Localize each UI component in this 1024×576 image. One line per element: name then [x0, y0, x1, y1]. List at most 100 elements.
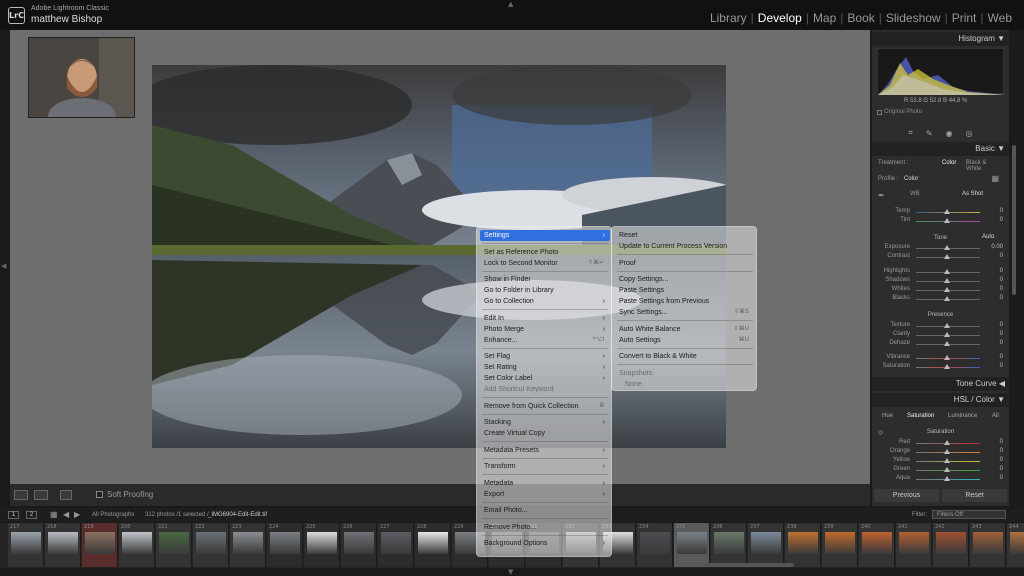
temp-value[interactable]: 0: [1000, 208, 1003, 214]
saturation-slider[interactable]: Saturation 0: [880, 363, 1003, 372]
saturation-value[interactable]: 0: [1000, 363, 1003, 369]
filter-select[interactable]: Filters Off: [932, 510, 1006, 519]
module-print[interactable]: Print: [948, 11, 981, 25]
left-panel-toggle-icon[interactable]: ◀: [1, 262, 6, 270]
soft-proofing-toggle[interactable]: Soft Proofing: [96, 490, 153, 499]
orange-knob[interactable]: [944, 449, 950, 454]
histogram-header[interactable]: Histogram ▼: [872, 32, 1009, 46]
filmstrip-thumbnail[interactable]: 234: [637, 523, 673, 567]
aqua-knob[interactable]: [944, 476, 950, 481]
spot-removal-icon[interactable]: ✎: [926, 129, 933, 138]
scrollbar-thumb[interactable]: [1012, 145, 1016, 295]
auto-button[interactable]: Auto: [982, 234, 994, 240]
filmstrip-thumbnail[interactable]: 225: [304, 523, 340, 567]
texture-knob[interactable]: [944, 323, 950, 328]
module-library[interactable]: Library: [706, 11, 751, 25]
filmstrip-thumbnail[interactable]: 222: [193, 523, 229, 567]
tint-slider[interactable]: Tint 0: [880, 217, 1003, 226]
filmstrip-thumbnail[interactable]: 218: [45, 523, 81, 567]
contrast-slider[interactable]: Contrast 0: [880, 253, 1003, 262]
original-photo-toggle[interactable]: Original Photo: [877, 109, 922, 115]
whites-knob[interactable]: [944, 287, 950, 292]
filmstrip-thumbnail[interactable]: 219: [82, 523, 118, 567]
profile-select[interactable]: Color: [904, 176, 918, 182]
blacks-knob[interactable]: [944, 296, 950, 301]
top-panel-toggle-icon[interactable]: ▲: [508, 0, 513, 8]
before-after-swap-icon[interactable]: [60, 490, 72, 500]
temp-knob[interactable]: [944, 209, 950, 214]
treatment-bw-option[interactable]: Black & White: [966, 160, 1001, 172]
menu-item-stacking[interactable]: Stacking ›: [480, 417, 610, 428]
dehaze-value[interactable]: 0: [1000, 340, 1003, 346]
module-develop[interactable]: Develop: [754, 11, 806, 25]
histogram[interactable]: [877, 48, 1005, 95]
masking-icon[interactable]: ◎: [966, 129, 973, 138]
exposure-slider[interactable]: Exposure 0.00: [880, 244, 1003, 253]
submenu-item-convert-to-black-white[interactable]: Convert to Black & White: [615, 351, 755, 362]
grid-view-icon[interactable]: ▦: [50, 510, 58, 519]
tab-hue[interactable]: Hue: [882, 413, 893, 419]
filmstrip-thumbnail[interactable]: 240: [859, 523, 895, 567]
bottom-panel-toggle-icon[interactable]: ▼: [508, 568, 513, 576]
submenu-item-auto-white-balance[interactable]: Auto White Balance ⇧⌘U: [615, 324, 755, 335]
filmstrip-thumbnail[interactable]: 241: [896, 523, 932, 567]
submenu-item-update-to-current-process-version[interactable]: Update to Current Process Version: [615, 241, 755, 252]
menu-item-go-to-folder-in-library[interactable]: Go to Folder in Library: [480, 285, 610, 296]
wb-eyedropper-icon[interactable]: ✒: [878, 191, 885, 200]
loupe-view-icon[interactable]: [14, 490, 28, 500]
highlights-knob[interactable]: [944, 269, 950, 274]
menu-item-photo-merge[interactable]: Photo Merge ›: [480, 324, 610, 335]
before-after-icon[interactable]: [34, 490, 48, 500]
clarity-knob[interactable]: [944, 332, 950, 337]
vibrance-slider[interactable]: Vibrance 0: [880, 354, 1003, 363]
menu-item-edit-in[interactable]: Edit In ›: [480, 313, 610, 324]
aqua-value[interactable]: 0: [1000, 475, 1003, 481]
contrast-knob[interactable]: [944, 254, 950, 259]
filmstrip-scrollbar[interactable]: [704, 563, 794, 567]
primary-window-button[interactable]: 1: [8, 511, 19, 519]
filmstrip-thumbnail[interactable]: 238: [785, 523, 821, 567]
clarity-value[interactable]: 0: [1000, 331, 1003, 337]
filmstrip-thumbnail[interactable]: 226: [341, 523, 377, 567]
dehaze-knob[interactable]: [944, 341, 950, 346]
submenu-item-auto-settings[interactable]: Auto Settings ⌘U: [615, 335, 755, 346]
module-slideshow[interactable]: Slideshow: [882, 11, 945, 25]
source-label[interactable]: All Photographs: [92, 512, 134, 518]
blacks-slider[interactable]: Blacks 0: [880, 295, 1003, 304]
contrast-value[interactable]: 0: [1000, 253, 1003, 259]
filmstrip-thumbnail[interactable]: 243: [970, 523, 1006, 567]
targeted-adjustment-icon[interactable]: ◎: [878, 429, 883, 436]
highlights-slider[interactable]: Highlights 0: [880, 268, 1003, 277]
menu-item-create-virtual-copy[interactable]: Create Virtual Copy: [480, 428, 610, 439]
menu-item-set-flag[interactable]: Set Flag ›: [480, 351, 610, 362]
menu-item-set-color-label[interactable]: Set Color Label ›: [480, 373, 610, 384]
orange-slider[interactable]: Orange 0: [880, 448, 1003, 457]
menu-item-metadata[interactable]: Metadata ›: [480, 478, 610, 489]
secondary-window-button[interactable]: 2: [26, 511, 37, 519]
aqua-slider[interactable]: Aqua 0: [880, 475, 1003, 484]
yellow-knob[interactable]: [944, 458, 950, 463]
submenu-item-proof[interactable]: Proof: [615, 258, 755, 269]
red-knob[interactable]: [944, 440, 950, 445]
red-eye-icon[interactable]: ◉: [946, 129, 953, 138]
reset-button[interactable]: Reset: [942, 489, 1007, 502]
vibrance-value[interactable]: 0: [1000, 354, 1003, 360]
filmstrip-thumbnail[interactable]: 228: [415, 523, 451, 567]
filmstrip-thumbnail[interactable]: 227: [378, 523, 414, 567]
shadows-knob[interactable]: [944, 278, 950, 283]
menu-item-lock-to-second-monitor[interactable]: Lock to Second Monitor ⇧⌘↩: [480, 258, 610, 269]
tab-saturation[interactable]: Saturation: [907, 413, 934, 419]
menu-item-background-options[interactable]: Background Options ›: [480, 538, 610, 549]
green-value[interactable]: 0: [1000, 466, 1003, 472]
right-panel-scrollbar[interactable]: [1010, 30, 1024, 506]
back-arrow-icon[interactable]: ◀: [63, 510, 69, 519]
menu-item-metadata-presets[interactable]: Metadata Presets ›: [480, 445, 610, 456]
menu-item-add-shortcut-keyword[interactable]: Add Shortcut Keyword: [480, 384, 610, 395]
whites-value[interactable]: 0: [1000, 286, 1003, 292]
menu-item-set-as-reference-photo[interactable]: Set as Reference Photo: [480, 247, 610, 258]
submenu-item-copy-settings[interactable]: Copy Settings...: [615, 274, 755, 285]
filmstrip-thumbnail[interactable]: 239: [822, 523, 858, 567]
saturation-knob[interactable]: [944, 364, 950, 369]
tab-luminance[interactable]: Luminance: [948, 413, 977, 419]
hsl-header[interactable]: HSL / Color ▼: [872, 393, 1009, 407]
